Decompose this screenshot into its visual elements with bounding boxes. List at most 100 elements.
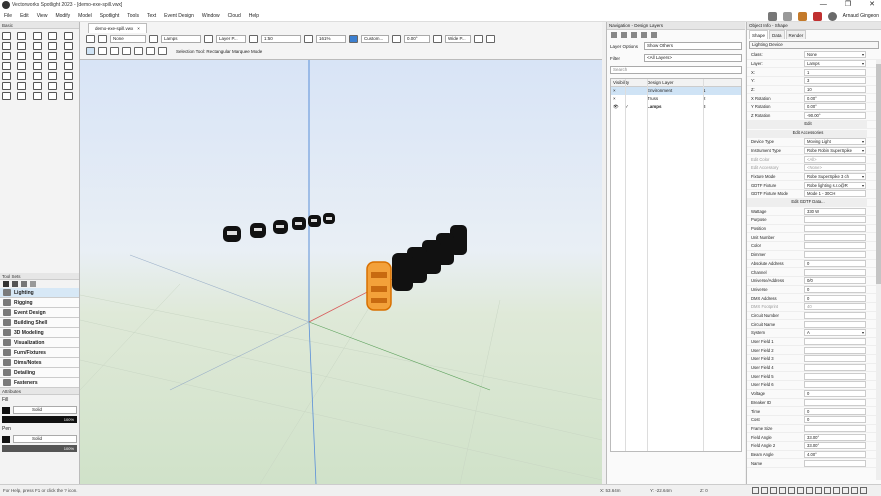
layer-select[interactable]: Lamps xyxy=(161,35,201,43)
visibility-toggle[interactable]: 👁 xyxy=(611,103,625,111)
property-value[interactable] xyxy=(804,355,866,363)
polygon-tool-icon[interactable] xyxy=(48,62,58,70)
dimension-tool-icon[interactable] xyxy=(32,42,42,50)
duplicate-layer-icon[interactable] xyxy=(621,32,627,38)
fill-swatch[interactable] xyxy=(2,406,10,414)
zoom-select[interactable]: 161% xyxy=(316,35,346,43)
snap-3d-icon[interactable] xyxy=(851,487,858,494)
menu-window[interactable]: Window xyxy=(202,13,220,19)
snap-settings-icon[interactable] xyxy=(158,47,167,55)
table-row[interactable]: × Truss 2 xyxy=(611,95,741,103)
render-mode-select[interactable]: Custom... xyxy=(361,35,389,43)
property-value[interactable] xyxy=(804,251,866,259)
render-mode-icon[interactable] xyxy=(349,35,358,43)
zoom-icon[interactable] xyxy=(304,35,313,43)
property-value[interactable]: 0 xyxy=(804,390,866,398)
close-tab-icon[interactable]: × xyxy=(137,26,140,31)
pan-tool-icon[interactable] xyxy=(17,32,27,40)
toolset-dims-notes[interactable]: Dims/Notes xyxy=(0,358,79,368)
tab-data[interactable]: Data xyxy=(769,30,785,39)
minimize-button[interactable]: — xyxy=(820,0,827,10)
property-value[interactable]: 0/0 xyxy=(804,277,866,285)
property-value[interactable]: Robe Robin SuperSpike xyxy=(804,146,866,154)
selection-tool-icon[interactable] xyxy=(2,32,11,40)
text-tool-icon[interactable] xyxy=(2,42,11,50)
menu-help[interactable]: Help xyxy=(249,13,259,19)
selected-fixture[interactable] xyxy=(366,261,392,311)
property-value[interactable] xyxy=(804,364,866,372)
filter-select[interactable]: <All Layers> xyxy=(644,54,742,62)
property-button[interactable]: Edit xyxy=(747,120,867,128)
camera-icon[interactable] xyxy=(433,35,442,43)
focus-tool-icon[interactable] xyxy=(30,281,36,287)
offset-tool-icon[interactable] xyxy=(63,72,73,80)
menu-edit[interactable]: Edit xyxy=(20,13,29,19)
toolset-3d-modeling[interactable]: 3D Modeling xyxy=(0,328,79,338)
select-mode-icon[interactable] xyxy=(134,47,143,55)
property-value[interactable] xyxy=(804,216,866,224)
cloud-icon[interactable] xyxy=(782,11,792,21)
extras-tool-icon[interactable] xyxy=(63,92,73,100)
toolset-fasteners[interactable]: Fasteners xyxy=(0,378,79,388)
toolset-rigging[interactable]: Rigging xyxy=(0,298,79,308)
user-name[interactable]: Arnaud Gingeon xyxy=(843,13,879,19)
document-tab[interactable]: demo-exe-spill.vwx × xyxy=(88,23,147,33)
snap-intersection-icon[interactable] xyxy=(779,487,786,494)
circle-tool-icon[interactable] xyxy=(32,52,42,60)
working-plane-icon[interactable] xyxy=(204,35,213,43)
rotate-tool-icon[interactable] xyxy=(48,72,58,80)
snap-point-icon[interactable] xyxy=(833,487,840,494)
property-value[interactable] xyxy=(804,233,866,241)
property-value[interactable]: 0 xyxy=(804,259,866,267)
delete-layer-icon[interactable] xyxy=(631,32,637,38)
property-value[interactable]: 0 xyxy=(804,407,866,415)
layer-options-icon[interactable] xyxy=(149,35,158,43)
drawing-viewport[interactable] xyxy=(80,60,602,484)
mirror-tool-icon[interactable] xyxy=(32,72,42,80)
section-tool-icon[interactable] xyxy=(17,92,27,100)
tab-render[interactable]: Render xyxy=(785,30,807,39)
snap-loci-icon[interactable] xyxy=(824,487,831,494)
pen-style-select[interactable]: Solid xyxy=(13,435,77,443)
regular-polygon-tool-icon[interactable] xyxy=(63,62,73,70)
property-value[interactable]: <All> xyxy=(804,155,866,163)
menu-view[interactable]: View xyxy=(37,13,48,19)
property-value[interactable] xyxy=(804,346,866,354)
angle-field[interactable]: 0.00° xyxy=(404,35,430,43)
property-value[interactable]: Mode 1 - 30CH xyxy=(804,190,866,198)
property-value[interactable]: Robe SuperSpike 3 ch xyxy=(804,172,866,180)
fillet-tool-icon[interactable] xyxy=(32,82,42,90)
lighting-tool-icon[interactable] xyxy=(3,281,9,287)
property-value[interactable]: 33.00° xyxy=(804,442,866,450)
menu-spotlight[interactable]: Spotlight xyxy=(100,13,119,19)
snap-edge-icon[interactable] xyxy=(815,487,822,494)
toolset-furn-fixtures[interactable]: Furn/Fixtures xyxy=(0,348,79,358)
toolset-visualization[interactable]: Visualization xyxy=(0,338,79,348)
table-row[interactable]: × Environment 1 xyxy=(611,87,741,95)
pen-swatch[interactable] xyxy=(2,435,10,443)
lasso-mode-icon[interactable] xyxy=(98,47,107,55)
property-value[interactable]: <None> xyxy=(804,164,866,172)
class-visibility-icon[interactable] xyxy=(98,35,107,43)
more-options-icon[interactable] xyxy=(651,32,657,38)
flyover-tool-icon[interactable] xyxy=(32,32,42,40)
snap-object-icon[interactable] xyxy=(761,487,768,494)
freehand-tool-icon[interactable] xyxy=(17,62,27,70)
property-value[interactable] xyxy=(804,424,866,432)
callout-tool-icon[interactable] xyxy=(17,42,27,50)
menu-modify[interactable]: Modify xyxy=(55,13,70,19)
paint-tool-icon[interactable] xyxy=(48,92,58,100)
arc-tool-icon[interactable] xyxy=(63,52,73,60)
sheet-icon[interactable] xyxy=(486,35,495,43)
menu-text[interactable]: Text xyxy=(147,13,156,19)
attribute-mapping-tool-icon[interactable] xyxy=(48,42,58,50)
snap-distance-icon[interactable] xyxy=(788,487,795,494)
visibility-tool-icon[interactable] xyxy=(2,92,11,100)
toolset-detailing[interactable]: Detailing xyxy=(0,368,79,378)
menu-cloud[interactable]: Cloud xyxy=(228,13,241,19)
rotate-view-icon[interactable] xyxy=(392,35,401,43)
oval-tool-icon[interactable] xyxy=(48,52,58,60)
robot-icon[interactable] xyxy=(797,11,807,21)
quarter-arc-tool-icon[interactable] xyxy=(2,62,11,70)
rounded-rectangle-tool-icon[interactable] xyxy=(17,52,27,60)
